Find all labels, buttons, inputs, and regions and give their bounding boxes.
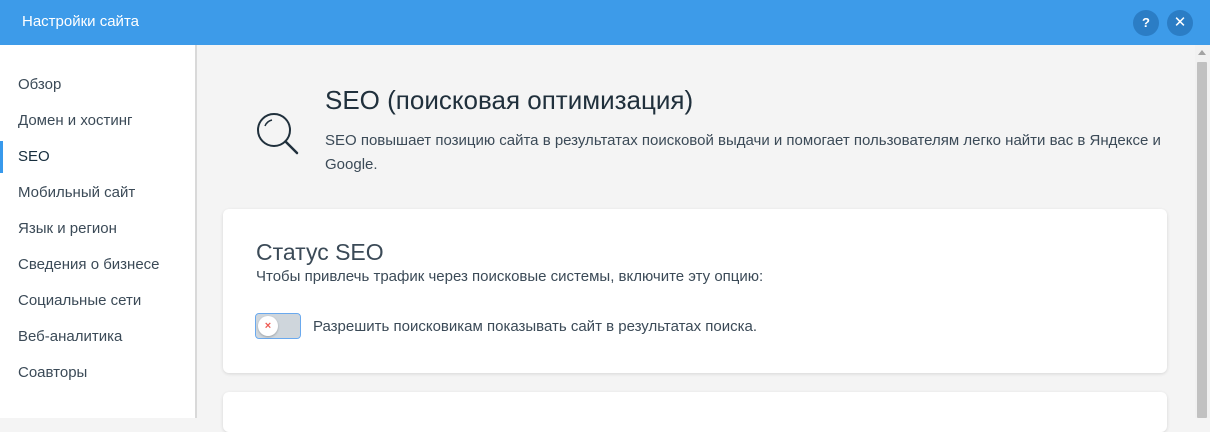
- sidebar-item-label: Веб-аналитика: [18, 328, 123, 345]
- page-title: SEO (поисковая оптимизация): [325, 85, 694, 115]
- seo-status-card: Статус SEO Чтобы привлечь трафик через п…: [223, 209, 1167, 373]
- sidebar-item-label: Мобильный сайт: [18, 184, 136, 201]
- sidebar-item-mobile-site[interactable]: Мобильный сайт: [0, 175, 195, 211]
- close-button[interactable]: ✕: [1167, 10, 1193, 36]
- sidebar-item-label: Социальные сети: [18, 292, 142, 309]
- sidebar-item-business-info[interactable]: Сведения о бизнесе: [0, 247, 195, 283]
- sidebar-item-label: SEO: [18, 148, 50, 165]
- main-content: SEO (поисковая оптимизация) SEO повышает…: [197, 45, 1195, 432]
- next-settings-card: [223, 392, 1167, 432]
- sidebar-item-label: Сведения о бизнесе: [18, 256, 160, 273]
- sidebar-item-social-networks[interactable]: Социальные сети: [0, 283, 195, 319]
- scrollbar[interactable]: [1195, 45, 1210, 418]
- seo-indexing-toggle[interactable]: ×: [255, 313, 301, 339]
- sidebar-item-label: Язык и регион: [18, 220, 117, 237]
- sidebar-item-domain-hosting[interactable]: Домен и хостинг: [0, 103, 195, 139]
- sidebar-item-label: Соавторы: [18, 364, 88, 381]
- sidebar-item-web-analytics[interactable]: Веб-аналитика: [0, 319, 195, 355]
- sidebar-item-label: Домен и хостинг: [18, 112, 133, 129]
- sidebar-item-collaborators[interactable]: Соавторы: [0, 355, 195, 391]
- sidebar-item-seo[interactable]: SEO: [0, 139, 195, 175]
- card-title: Статус SEO: [256, 239, 384, 265]
- scroll-up-arrow-icon[interactable]: [1198, 50, 1206, 55]
- window-title: Настройки сайта: [22, 13, 139, 30]
- title-bar: Настройки сайта ? ✕: [0, 0, 1210, 45]
- sidebar-item-label: Обзор: [18, 76, 62, 93]
- toggle-off-icon: ×: [258, 316, 278, 336]
- sidebar-item-overview[interactable]: Обзор: [0, 67, 195, 103]
- search-icon: [255, 112, 301, 156]
- help-button[interactable]: ?: [1133, 10, 1159, 36]
- toggle-label: Разрешить поисковикам показывать сайт в …: [313, 318, 758, 335]
- card-subtitle: Чтобы привлечь трафик через поисковые си…: [256, 268, 764, 285]
- sidebar: Обзор Домен и хостинг SEO Мобильный сайт…: [0, 45, 197, 418]
- sidebar-item-language-region[interactable]: Язык и регион: [0, 211, 195, 247]
- scroll-thumb[interactable]: [1197, 62, 1207, 418]
- page-description: SEO повышает позицию сайта в результатах…: [325, 132, 1161, 173]
